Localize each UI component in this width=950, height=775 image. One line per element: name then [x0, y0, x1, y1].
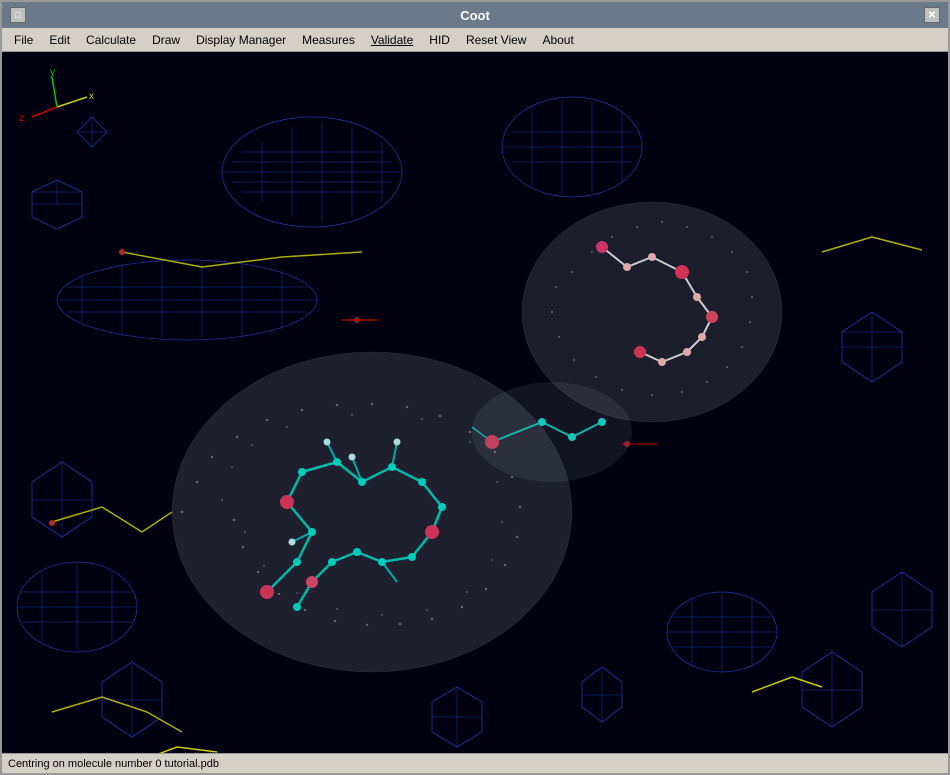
- connecting-sticks: [472, 382, 632, 482]
- app-window: □ Coot ✕ File Edit Calculate Draw Displa…: [0, 0, 950, 775]
- status-text: Centring on molecule number 0 tutorial.p…: [8, 758, 219, 770]
- status-bar: Centring on molecule number 0 tutorial.p…: [2, 753, 948, 773]
- svg-text:z: z: [19, 113, 24, 124]
- svg-text:x: x: [89, 91, 94, 102]
- window-title: Coot: [460, 8, 490, 23]
- viewport[interactable]: x y z: [2, 52, 948, 753]
- menu-about[interactable]: About: [534, 31, 581, 49]
- menu-reset-view[interactable]: Reset View: [458, 31, 534, 49]
- menu-calculate[interactable]: Calculate: [78, 31, 144, 49]
- close-button[interactable]: ✕: [924, 7, 940, 23]
- title-bar: □ Coot ✕: [2, 2, 948, 28]
- menu-draw[interactable]: Draw: [144, 31, 188, 49]
- menu-validate[interactable]: Validate: [363, 31, 421, 49]
- menu-hid[interactable]: HID: [421, 31, 458, 49]
- menu-measures[interactable]: Measures: [294, 31, 363, 49]
- svg-text:y: y: [50, 67, 55, 78]
- minimize-button[interactable]: □: [10, 7, 26, 23]
- menu-bar: File Edit Calculate Draw Display Manager…: [2, 28, 948, 52]
- menu-edit[interactable]: Edit: [41, 31, 78, 49]
- menu-display-manager[interactable]: Display Manager: [188, 31, 294, 49]
- menu-file[interactable]: File: [6, 31, 41, 49]
- minimize-icon: □: [15, 10, 21, 21]
- close-icon: ✕: [928, 10, 936, 21]
